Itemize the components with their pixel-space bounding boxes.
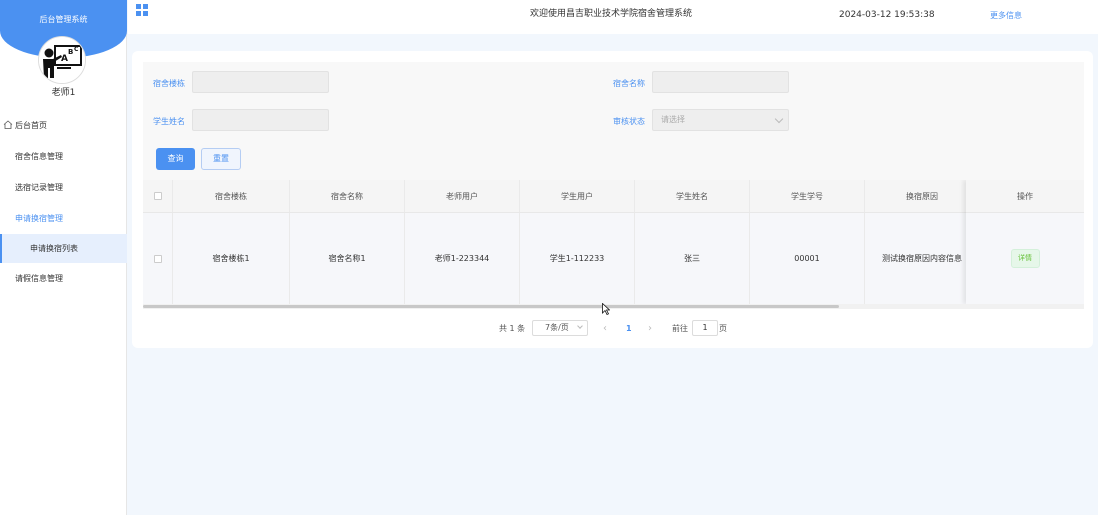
table-header: 宿舍楼栋 宿舍名称 老师用户 学生用户 学生姓名 学生学号 换宿原因: [143, 180, 1084, 213]
column-header[interactable]: 宿舍名称: [290, 180, 405, 212]
home-icon: [3, 120, 13, 129]
column-header[interactable]: 学生学号: [750, 180, 865, 212]
table-row[interactable]: 宿舍楼栋1 宿舍名称1 老师1-223344 学生1-112233 张三 000…: [143, 213, 1084, 304]
main-card: 宿舍楼栋 宿舍名称 学生姓名 审核状态 请选择 查询 重置 宿舍楼栋 宿舍名称 …: [132, 51, 1093, 348]
username: 老师1: [51, 88, 76, 98]
column-header[interactable]: 宿舍楼栋: [173, 180, 290, 212]
prev-page-button[interactable]: ‹: [603, 321, 607, 337]
column-header[interactable]: 学生用户: [520, 180, 635, 212]
sidebar-item-label: 后台首页: [15, 121, 47, 130]
query-button[interactable]: 查询: [156, 148, 195, 170]
sidebar-item-label: 请假信息管理: [15, 274, 63, 283]
cell-building: 宿舍楼栋1: [173, 213, 290, 304]
data-table: 宿舍楼栋 宿舍名称 老师用户 学生用户 学生姓名 学生学号 换宿原因 宿舍楼栋1…: [143, 180, 1084, 309]
cell-student-user: 学生1-112233: [520, 213, 635, 304]
cell-student-name: 张三: [635, 213, 750, 304]
sidebar-item-dorm-selection[interactable]: 选宿记录管理: [0, 172, 127, 203]
avatar: A B C: [38, 36, 86, 84]
sidebar-item-dorm-info[interactable]: 宿舍信息管理: [0, 141, 127, 172]
cell-dorm-name: 宿舍名称1: [290, 213, 405, 304]
row-select-cell: [143, 213, 173, 304]
sidebar-item-label: 选宿记录管理: [15, 183, 63, 192]
page-size-select[interactable]: 7条/页: [532, 320, 588, 336]
student-name-input[interactable]: [192, 109, 329, 131]
chevron-down-icon: [577, 323, 583, 329]
sidebar-item-leave[interactable]: 请假信息管理: [0, 263, 127, 294]
svg-text:A: A: [61, 54, 68, 64]
dorm-name-input[interactable]: [652, 71, 789, 93]
scrollbar-thumb[interactable]: [143, 305, 840, 308]
sidebar-item-label: 申请换宿列表: [30, 244, 78, 253]
chevron-down-icon: [774, 114, 784, 124]
dorm-name-label: 宿舍名称: [613, 79, 645, 88]
pagination-total: 共 1 条: [499, 324, 526, 333]
welcome-text: 欢迎使用昌吉职业技术学院宿舍管理系统: [530, 9, 693, 19]
sidebar-item-label: 申请换宿管理: [15, 214, 63, 223]
column-header[interactable]: 换宿原因: [865, 180, 980, 212]
sidebar-item-home[interactable]: 后台首页: [0, 110, 127, 141]
goto-page-input[interactable]: 1: [692, 320, 718, 336]
column-header[interactable]: 老师用户: [405, 180, 520, 212]
detail-button[interactable]: 详情: [1010, 249, 1040, 268]
page-size-value: 7条/页: [545, 323, 569, 332]
goto-label: 前往: [672, 324, 688, 333]
more-info-link[interactable]: 更多信息: [990, 10, 1022, 21]
svg-text:C: C: [74, 46, 79, 53]
sidebar-item-dorm-change[interactable]: 申请换宿管理: [0, 203, 127, 234]
dorm-building-input[interactable]: [192, 71, 329, 93]
select-all-checkbox[interactable]: [153, 192, 162, 200]
sidebar-item-dorm-change-list[interactable]: 申请换宿列表: [0, 234, 127, 263]
top-header: 欢迎使用昌吉职业技术学院宿舍管理系统 2024-03-12 19:53:38 更…: [128, 0, 1098, 34]
svg-text:B: B: [68, 48, 73, 56]
select-all-cell: [143, 180, 173, 212]
student-name-label: 学生姓名: [153, 117, 185, 126]
app-title: 后台管理系统: [39, 15, 88, 24]
column-header: 操作: [966, 180, 1084, 213]
audit-status-placeholder: 请选择: [661, 115, 685, 124]
sidebar-item-label: 宿舍信息管理: [15, 152, 63, 161]
horizontal-scrollbar[interactable]: [143, 304, 1084, 309]
cell-student-no: 00001: [750, 213, 865, 304]
action-column: 操作 详情: [966, 180, 1084, 304]
row-checkbox[interactable]: [153, 254, 162, 263]
cell-teacher: 老师1-223344: [405, 213, 520, 304]
reset-button[interactable]: 重置: [201, 148, 241, 170]
sidebar: 后台管理系统 A B C 老师1 后台首页 宿舍信息管理 选宿记录管理 申请换宿…: [0, 0, 127, 515]
mouse-cursor-icon: [602, 303, 610, 315]
page-number-current[interactable]: 1: [626, 321, 632, 337]
column-header[interactable]: 学生姓名: [635, 180, 750, 212]
grid-menu-icon[interactable]: [136, 4, 148, 16]
current-datetime: 2024-03-12 19:53:38: [839, 10, 935, 20]
teacher-avatar-icon: A B C: [39, 37, 85, 83]
next-page-button[interactable]: ›: [648, 321, 652, 337]
action-cell: 详情: [966, 213, 1084, 304]
audit-status-label: 审核状态: [613, 117, 645, 126]
sidebar-menu: 后台首页 宿舍信息管理 选宿记录管理 申请换宿管理 申请换宿列表 请假信息管理: [0, 110, 127, 294]
page-suffix: 页: [719, 324, 727, 333]
cell-reason: 测试换宿原因内容信息: [865, 213, 980, 304]
audit-status-select[interactable]: 请选择: [652, 109, 789, 131]
dorm-building-label: 宿舍楼栋: [153, 79, 185, 88]
search-panel: 宿舍楼栋 宿舍名称 学生姓名 审核状态 请选择: [143, 62, 1084, 181]
